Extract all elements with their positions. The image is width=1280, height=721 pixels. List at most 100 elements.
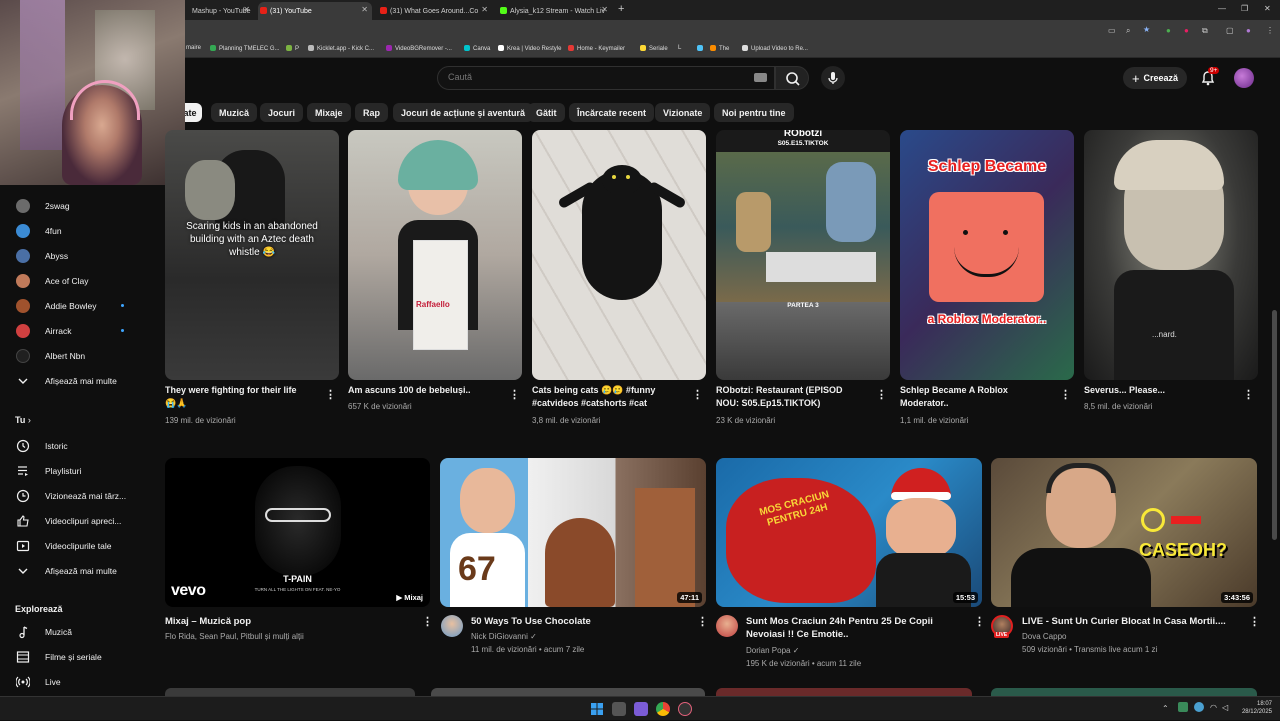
sidebar-item-ace-of-clay[interactable]: Ace of Clay (0, 271, 150, 291)
sidebar-item-playlists[interactable]: Playlisturi (0, 461, 150, 481)
sidebar-item-2swag[interactable]: 2swag (0, 196, 150, 216)
close-tab-icon[interactable]: ✕ (361, 5, 368, 14)
short-thumbnail[interactable]: Raffaello (348, 130, 522, 380)
downloads-icon[interactable]: ▢ (1226, 26, 1234, 35)
volume-icon[interactable]: ◁ (1222, 703, 1228, 712)
short-title[interactable]: Cats being cats 🥲🥲 #funny #catvideos #ca… (532, 384, 677, 410)
video-thumbnail[interactable]: MOS CRACIUN PENTRU 24H 15:53 (716, 458, 982, 607)
sidebar-item-watch-later[interactable]: Vizionează mai târz... (0, 486, 150, 506)
chip-noi-pentru-tine[interactable]: Noi pentru tine (714, 103, 794, 122)
more-options-icon[interactable]: ⋮ (1243, 388, 1254, 401)
close-tab-icon[interactable]: ✕ (243, 5, 250, 14)
video-title[interactable]: Mixaj – Muzică pop (165, 615, 405, 628)
bookmark-item[interactable]: Upload Video to Re... (742, 45, 808, 52)
video-channel[interactable]: Dorian Popa ✓ (746, 644, 799, 658)
chip-jocuri[interactable]: Jocuri (260, 103, 304, 122)
tab-kick-stream[interactable]: Alysia_k12 Stream - Watch Liv ✕ (498, 2, 612, 20)
windows-start-icon[interactable] (590, 702, 604, 716)
video-title[interactable]: Sunt Mos Craciun 24h Pentru 25 De Copii … (746, 615, 961, 641)
sidebar-item-abyss[interactable]: Abyss (0, 246, 150, 266)
short-title[interactable]: Schlep Became A Roblox Moderator.. (900, 384, 1045, 410)
bookmark-star-icon[interactable]: ★ (1143, 25, 1150, 34)
short-thumbnail[interactable]: ...nard. (1084, 130, 1258, 380)
bookmark-item[interactable] (697, 45, 706, 52)
chip-mixaje[interactable]: Mixaje (307, 103, 351, 122)
new-tab-button[interactable]: + (618, 3, 624, 15)
clock[interactable]: 18:07 28/12/2025 (1238, 700, 1272, 716)
show-more-you[interactable]: Afișează mai multe (0, 561, 150, 581)
short-title[interactable]: Am ascuns 100 de bebeluși.. (348, 384, 493, 397)
tray-app-icon[interactable] (1194, 702, 1204, 712)
search-box[interactable] (437, 66, 775, 90)
tab-mashup[interactable]: Mashup - YouTube ✕ (180, 2, 254, 20)
more-options-icon[interactable]: ⋮ (974, 615, 985, 628)
sidebar-item-your-videos[interactable]: Videoclipurile tale (0, 536, 150, 556)
chip-rap[interactable]: Rap (355, 103, 389, 122)
account-avatar[interactable] (1234, 68, 1254, 88)
tab-youtube-active[interactable]: (31) YouTube ✕ (258, 2, 372, 20)
video-thumbnail[interactable]: 67 47:11 (440, 458, 706, 607)
you-section-heading[interactable]: Tu › (15, 415, 31, 425)
video-thumbnail[interactable]: CASEOH? 3:43:56 (991, 458, 1257, 607)
video-channel[interactable]: Dova Cappo (1022, 630, 1066, 644)
bookmark-item[interactable]: P (286, 45, 299, 52)
app-icon[interactable] (634, 702, 648, 716)
close-window-icon[interactable]: ✕ (1264, 4, 1271, 13)
bookmark-item[interactable]: Planning TMELEC G... (210, 45, 280, 52)
sidebar-item-4fun[interactable]: 4fun (0, 221, 150, 241)
close-tab-icon[interactable]: ✕ (601, 5, 608, 14)
more-options-icon[interactable]: ⋮ (697, 615, 708, 628)
extension-icon[interactable]: ● (1166, 26, 1171, 35)
video-channel[interactable]: Nick DiGiovanni ✓ (471, 630, 537, 644)
video-thumbnail[interactable]: T-PAIN TURN ALL THE LIGHTS ON FEAT. NE-Y… (165, 458, 430, 607)
sidebar-item-live[interactable]: Live (0, 672, 150, 692)
maximize-icon[interactable]: ❐ (1241, 4, 1248, 13)
chip-gatit[interactable]: Gătit (528, 103, 565, 122)
bookmark-item[interactable]: Kicklet.app - Kick C... (308, 45, 374, 52)
search-button[interactable] (775, 66, 809, 90)
more-options-icon[interactable]: ⋮ (876, 388, 887, 401)
sidebar-item-airrack[interactable]: Airrack (0, 321, 150, 341)
bookmark-item[interactable]: The (710, 45, 729, 52)
video-thumbnail[interactable] (165, 688, 415, 696)
browser-menu-icon[interactable]: ⋮ (1266, 26, 1274, 35)
short-title[interactable]: Severus... Please... (1084, 384, 1229, 397)
sidebar-item-albert-nbn[interactable]: Albert Nbn (0, 346, 150, 366)
search-input[interactable] (448, 72, 728, 82)
bookmark-item[interactable]: Seriale (640, 45, 668, 52)
keyboard-icon[interactable] (754, 73, 767, 82)
more-options-icon[interactable]: ⋮ (325, 388, 336, 401)
sidebar-item-music[interactable]: Muzică (0, 622, 150, 642)
sidebar-item-addie-bowley[interactable]: Addie Bowley (0, 296, 150, 316)
video-thumbnail[interactable] (431, 688, 705, 696)
chip-muzica[interactable]: Muzică (211, 103, 258, 122)
video-title[interactable]: LIVE - Sunt Un Curier Blocat In Casa Mor… (1022, 615, 1237, 628)
cast-icon[interactable]: ▭ (1108, 26, 1116, 35)
task-view-icon[interactable] (612, 702, 626, 716)
chrome-icon[interactable] (656, 702, 670, 716)
wifi-icon[interactable]: ◠ (1210, 703, 1217, 712)
app-icon[interactable] (678, 702, 692, 716)
chip-jocuri-actiune[interactable]: Jocuri de acțiune și aventură (393, 103, 534, 122)
sidebar-item-movies[interactable]: Filme și seriale (0, 647, 150, 667)
short-thumbnail[interactable] (532, 130, 706, 380)
channel-avatar[interactable] (716, 615, 738, 637)
chip-vizionate[interactable]: Vizionate (655, 103, 711, 122)
channel-avatar[interactable] (441, 615, 463, 637)
close-tab-icon[interactable]: ✕ (481, 5, 488, 14)
bookmark-item[interactable]: L (678, 45, 681, 51)
sidebar-item-liked-videos[interactable]: Videoclipuri apreci... (0, 511, 150, 531)
video-title[interactable]: 50 Ways To Use Chocolate (471, 615, 686, 628)
page-scrollbar[interactable] (1272, 310, 1277, 540)
create-button[interactable]: + Creează (1123, 67, 1187, 89)
voice-search-button[interactable] (821, 66, 845, 90)
tray-overflow-icon[interactable]: ⌃ (1162, 704, 1169, 713)
more-options-icon[interactable]: ⋮ (692, 388, 703, 401)
more-options-icon[interactable]: ⋮ (422, 615, 433, 628)
bookmark-item[interactable]: maire (186, 45, 201, 51)
more-options-icon[interactable]: ⋮ (509, 388, 520, 401)
short-thumbnail[interactable]: RObotzi S05.E15.TIKTOK PARTEA 3 (716, 130, 890, 380)
show-more-subscriptions[interactable]: Afișează mai multe (0, 371, 150, 391)
bookmark-item[interactable]: Home - Keymailer (568, 45, 625, 52)
chip-incarcate-recent[interactable]: Încărcate recent (569, 103, 655, 122)
